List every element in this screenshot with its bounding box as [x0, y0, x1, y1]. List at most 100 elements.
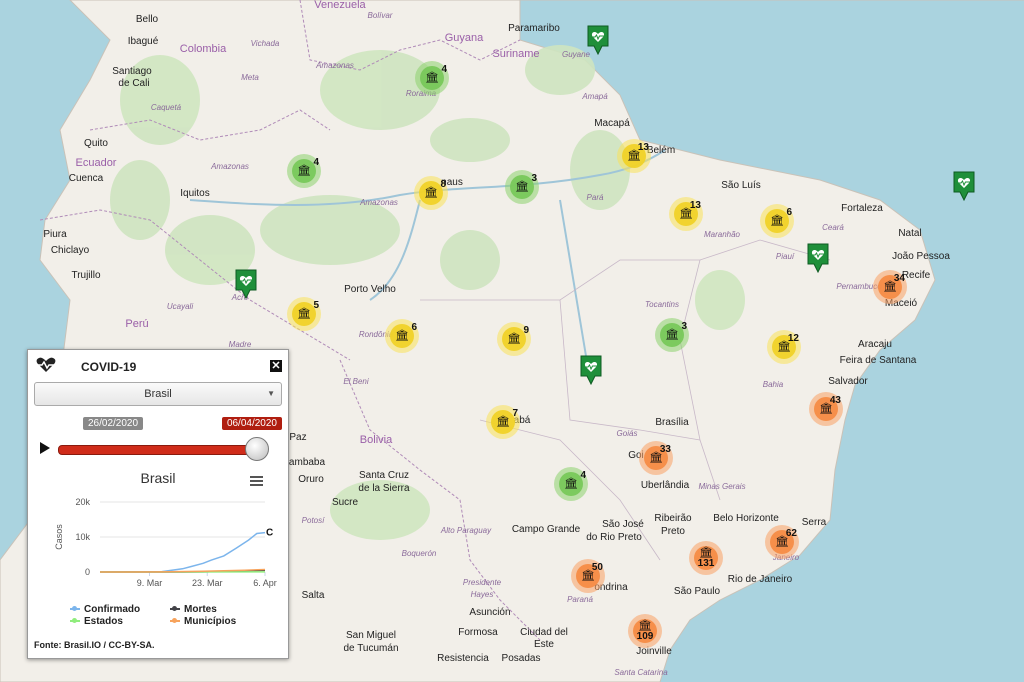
cluster-count: 6 [411, 322, 417, 333]
place-label: de la Sierra [358, 483, 410, 494]
place-label: Formosa [458, 627, 498, 638]
cluster-core: 🏛 4 [292, 157, 319, 183]
institution-icon: 🏛 [507, 332, 521, 345]
chevron-down-icon: ▼ [267, 389, 275, 398]
place-label: Bello [136, 14, 159, 25]
cluster-core: 🏛 8 [419, 179, 446, 205]
date-slider-track[interactable] [58, 445, 260, 455]
place-label: Fortaleza [841, 203, 883, 214]
hospital-pin-icon[interactable] [234, 268, 258, 300]
municipality-cluster[interactable]: 🏛 34 [873, 270, 907, 304]
place-label: Amazonas [359, 198, 398, 207]
place-label: Hayes [471, 590, 494, 599]
place-label: Ibagué [128, 36, 159, 47]
legend-item[interactable]: Confirmado [70, 604, 140, 615]
cluster-core: 🏛 50 [576, 562, 603, 588]
hospital-pin-icon[interactable] [579, 354, 603, 386]
municipality-cluster[interactable]: 🏛 7 [486, 405, 520, 439]
place-label: Madre [229, 340, 252, 349]
municipality-cluster[interactable]: 🏛 13 [669, 197, 703, 231]
region-select[interactable]: Brasil ▼ [34, 382, 282, 406]
municipality-cluster[interactable]: 🏛 33 [639, 441, 673, 475]
place-label: Iquitos [180, 188, 209, 199]
hospital-pin-icon[interactable] [806, 242, 830, 274]
close-icon[interactable]: ✕ [270, 360, 282, 372]
institution-icon: 🏛 [638, 619, 652, 632]
municipality-cluster[interactable]: 🏛 13 [617, 139, 651, 173]
municipality-cluster[interactable]: 🏛 50 [571, 559, 605, 593]
place-label: Bolivia [360, 434, 393, 446]
legend-label: Mortes [184, 604, 217, 615]
cluster-count: 4 [580, 470, 586, 481]
place-label: Aracaju [858, 339, 892, 350]
place-label: Oruro [298, 474, 324, 485]
covid-panel: COVID-19 ✕ Brasil ▼ 26/02/2020 06/04/202… [27, 349, 289, 659]
municipality-cluster[interactable]: 🏛 4 [287, 154, 321, 188]
cluster-count: 7 [512, 408, 518, 419]
municipality-cluster[interactable]: 🏛 6 [760, 204, 794, 238]
municipality-cluster[interactable]: 🏛 12 [767, 330, 801, 364]
municipality-cluster[interactable]: 🏛 3 [655, 318, 689, 352]
cluster-count: 8 [440, 179, 446, 190]
place-label: Ceará [822, 223, 844, 232]
municipality-cluster[interactable]: 🏛 109 [628, 614, 662, 648]
place-label: Uberlândia [641, 480, 690, 491]
municipality-cluster[interactable]: 🏛 43 [809, 392, 843, 426]
legend-item[interactable]: Mortes [170, 604, 217, 615]
place-label: Posadas [502, 653, 541, 664]
play-icon[interactable] [40, 442, 50, 454]
place-label: Salta [302, 590, 325, 601]
heartbeat-icon [36, 357, 56, 372]
date-start-badge: 26/02/2020 [83, 417, 144, 430]
date-end-badge: 06/04/2020 [221, 417, 282, 430]
municipality-cluster[interactable]: 🏛 4 [554, 467, 588, 501]
cluster-core: 🏛 13 [622, 142, 649, 168]
cluster-count: 3 [681, 321, 687, 332]
legend-item[interactable]: Estados [70, 616, 123, 627]
municipality-cluster[interactable]: 🏛 3 [505, 170, 539, 204]
place-label: Resistencia [437, 653, 489, 664]
region-select-value: Brasil [144, 388, 172, 400]
municipality-cluster[interactable]: 🏛 5 [287, 297, 321, 331]
place-label: do Rio Preto [586, 532, 642, 543]
cluster-core: 🏛 13 [674, 200, 701, 226]
legend-item[interactable]: Municípios [170, 616, 236, 627]
cluster-core: 🏛 12 [772, 333, 799, 359]
place-label: Campo Grande [512, 524, 581, 535]
municipality-cluster[interactable]: 🏛 9 [497, 322, 531, 356]
municipality-cluster[interactable]: 🏛 8 [414, 176, 448, 210]
institution-icon: 🏛 [496, 415, 510, 428]
legend-swatch [170, 606, 180, 612]
place-label: Piauí [776, 252, 795, 261]
municipality-cluster[interactable]: 🏛 62 [765, 525, 799, 559]
place-label: Amapá [581, 92, 608, 101]
place-label: Ribeirão [654, 513, 692, 524]
place-label: Ciudad del [520, 627, 568, 638]
place-label: Serra [802, 517, 827, 528]
hospital-pin-icon[interactable] [952, 170, 976, 202]
panel-header: COVID-19 ✕ [28, 350, 288, 380]
place-label: Amazonas [210, 162, 249, 171]
place-label: Paraná [567, 595, 593, 604]
institution-icon: 🏛 [424, 186, 438, 199]
legend-swatch [170, 618, 180, 624]
place-label: Alto Paraguay [440, 526, 492, 535]
municipality-cluster[interactable]: 🏛 6 [385, 319, 419, 353]
municipality-cluster[interactable]: 🏛 4 [415, 61, 449, 95]
cluster-count: 34 [893, 273, 905, 284]
municipality-cluster[interactable]: 🏛 131 [689, 541, 723, 575]
cluster-core: 🏛 3 [660, 321, 687, 347]
menu-icon[interactable] [250, 476, 263, 488]
place-label: João Pessoa [892, 251, 950, 262]
panel-title: COVID-19 [81, 360, 137, 374]
date-slider-handle[interactable] [245, 437, 269, 461]
place-label: Quito [84, 138, 108, 149]
place-label: Meta [241, 73, 259, 82]
cluster-count: 4 [441, 64, 447, 75]
place-label: Santa Cruz [359, 470, 409, 481]
place-label: de Cali [118, 78, 149, 89]
hospital-pin-icon[interactable] [586, 24, 610, 56]
place-label: Brasília [655, 417, 689, 428]
legend-label: Confirmado [84, 604, 141, 615]
institution-icon: 🏛 [564, 477, 578, 490]
